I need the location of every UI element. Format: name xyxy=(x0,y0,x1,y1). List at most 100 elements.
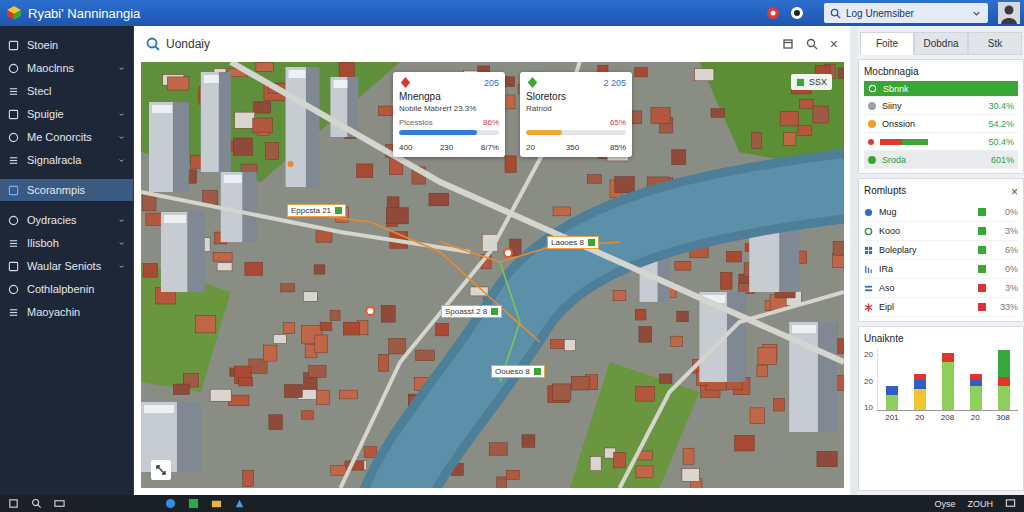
footer-value: 400 xyxy=(399,143,412,152)
sidebar-item[interactable]: Stoein xyxy=(0,34,133,56)
sidebar-item[interactable]: Stecl xyxy=(0,80,133,102)
chart-card: Unaiknte2020102012020820308 xyxy=(858,326,1024,491)
layer-row[interactable]: Sbnnk xyxy=(864,81,1018,97)
sidebar-label: Cothlalpbenin xyxy=(27,283,125,295)
status-dot xyxy=(868,156,876,164)
result-icon xyxy=(864,303,873,312)
footer-value: 230 xyxy=(440,143,453,152)
result-label: Kooo xyxy=(879,226,972,236)
card-title: Sloretors xyxy=(526,91,626,102)
bar-stack[interactable] xyxy=(886,386,898,410)
sidebar-label: Maoyachin xyxy=(27,306,125,318)
bar-stack[interactable] xyxy=(914,374,926,410)
sidebar-item[interactable]: Scoranmpis xyxy=(0,179,133,201)
label-marker xyxy=(588,239,595,246)
close-button[interactable]: × xyxy=(830,36,838,52)
sidebar-item[interactable]: Maoyachin xyxy=(0,301,133,323)
tab[interactable]: Dobdna xyxy=(914,32,968,55)
result-row[interactable]: Kooo3% xyxy=(864,222,1018,241)
window-icon[interactable] xyxy=(782,38,794,50)
chevron-icon xyxy=(118,157,125,164)
result-row[interactable]: Boleplary6% xyxy=(864,241,1018,260)
sidebar-item[interactable]: Signalracla xyxy=(0,149,133,171)
workspace: Stoein MaoclnnsSteclSpuigieMe Conorcits Si… xyxy=(0,26,1024,495)
result-row[interactable]: Aso3% xyxy=(864,279,1018,298)
bar-stack[interactable] xyxy=(998,350,1010,410)
avatar-icon[interactable] xyxy=(998,2,1020,24)
tab-bar: FoiteDobdnaStk xyxy=(858,32,1024,55)
menu-icon xyxy=(8,185,19,196)
sidebar-label: Signalracla xyxy=(27,154,110,166)
layer-row[interactable]: 50.4% xyxy=(864,133,1018,151)
sidebar-item[interactable]: Oydracies xyxy=(0,209,133,231)
result-badge xyxy=(978,227,986,235)
bar-segment xyxy=(914,380,926,389)
status-dot xyxy=(868,102,876,110)
sidebar: Stoein MaoclnnsSteclSpuigieMe Conorcits Si… xyxy=(0,26,134,495)
card-footer: 4002308/7% xyxy=(399,143,499,152)
tray-text[interactable]: ZOUH xyxy=(968,499,994,509)
bar-stack[interactable] xyxy=(942,353,954,410)
zoom-icon[interactable] xyxy=(806,38,818,50)
globe-icon[interactable] xyxy=(790,6,804,20)
menu-icon xyxy=(8,40,19,51)
search-icon[interactable] xyxy=(31,498,42,509)
result-label: IRa xyxy=(879,264,972,274)
layer-row[interactable]: Sroda601% xyxy=(864,151,1018,169)
info-card[interactable]: 2 205SloretorsRatnod65%2035085% xyxy=(520,72,632,157)
result-row[interactable]: Mug0% xyxy=(864,203,1018,222)
brand[interactable]: Ryabi' Nanninangia xyxy=(6,5,140,21)
title-bar: Ryabi' Nanninangia Log Unemsiber xyxy=(0,0,1024,26)
layer-row[interactable]: Siiny30.4% xyxy=(864,97,1018,115)
layer-meter xyxy=(880,139,928,145)
bar-segment xyxy=(998,350,1010,377)
chevron-icon xyxy=(118,217,125,224)
result-row[interactable]: Eipl33% xyxy=(864,298,1018,317)
card-header: 205 xyxy=(399,76,499,89)
bar-stack[interactable] xyxy=(970,374,982,410)
card-code: 205 xyxy=(484,78,499,88)
map-label[interactable]: Spoasst 2 8 xyxy=(441,305,502,318)
sidebar-label: Ilisboh xyxy=(27,237,110,249)
start-icon[interactable] xyxy=(8,498,19,509)
alert-icon[interactable] xyxy=(766,6,780,20)
browser-icon[interactable] xyxy=(165,498,176,509)
result-badge xyxy=(978,246,986,254)
result-icon xyxy=(864,208,873,217)
menu-icon xyxy=(8,215,19,226)
map-label[interactable]: Laooes 8 xyxy=(547,236,599,249)
map-label[interactable]: Eppcsta 21 xyxy=(287,204,346,217)
account-field[interactable]: Log Unemsiber xyxy=(824,3,988,23)
sidebar-item[interactable]: Waular Seniots xyxy=(0,255,133,277)
search-icon xyxy=(146,37,160,51)
sidebar-item[interactable]: Cothlalpbenin xyxy=(0,278,133,300)
info-card[interactable]: 205MnengpaNobile Mabrerf 23.3%Picessios8… xyxy=(393,72,505,157)
map-label[interactable]: Ooueso 8 xyxy=(491,365,545,378)
sidebar-item[interactable]: Ilisboh xyxy=(0,232,133,254)
close-button[interactable]: × xyxy=(1011,185,1018,199)
app-icon[interactable] xyxy=(234,498,245,509)
result-row[interactable]: IRa0% xyxy=(864,260,1018,279)
map-badge[interactable]: SSX xyxy=(791,74,832,90)
folder-icon[interactable] xyxy=(211,498,222,509)
map[interactable]: 205MnengpaNobile Mabrerf 23.3%Picessios8… xyxy=(141,62,844,488)
card-title: Mocbnnagia xyxy=(864,64,1018,81)
layer-row[interactable]: Onssion54.2% xyxy=(864,115,1018,133)
sidebar-item[interactable]: Me Conorcits xyxy=(0,126,133,148)
tab[interactable]: Stk xyxy=(968,32,1022,55)
tray-text[interactable]: Oyse xyxy=(934,499,955,509)
result-icon xyxy=(864,265,873,274)
expand-button[interactable] xyxy=(151,460,171,480)
expand-icon xyxy=(155,464,167,476)
x-label: 20 xyxy=(971,413,980,422)
sidebar-label: Stoein xyxy=(27,39,125,51)
notification-icon[interactable] xyxy=(1005,498,1016,509)
right-panel: FoiteDobdnaStk MocbnnagiaSbnnkSiiny30.4%O… xyxy=(858,26,1024,495)
view-icon[interactable] xyxy=(54,498,65,509)
map-title: Uondaiy xyxy=(166,37,210,51)
sheet-icon[interactable] xyxy=(188,498,199,509)
result-value: 33% xyxy=(992,302,1018,312)
sidebar-item[interactable]: Maoclnns xyxy=(0,57,133,79)
tab[interactable]: Foite xyxy=(860,32,914,55)
sidebar-item[interactable]: Spuigie xyxy=(0,103,133,125)
